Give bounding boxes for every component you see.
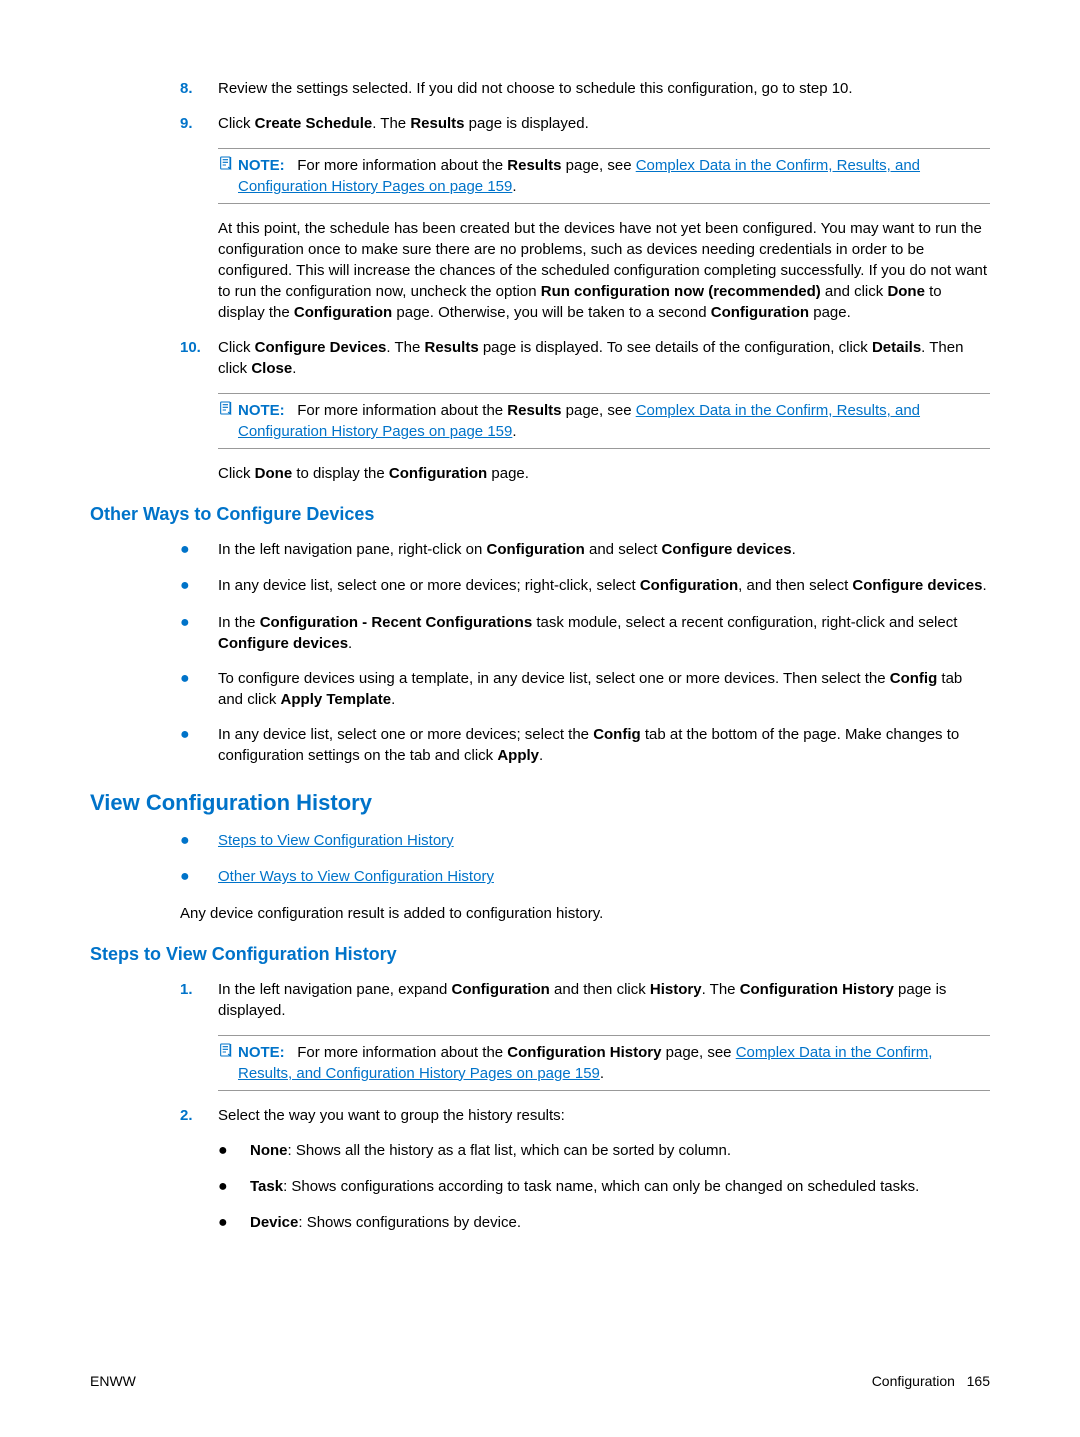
list-item: ● In the Configuration - Recent Configur…	[180, 612, 990, 654]
history-step-1: 1. In the left navigation pane, expand C…	[180, 979, 990, 1021]
note-box: NOTE: For more information about the Con…	[218, 1035, 990, 1091]
list-item: ● Other Ways to View Configuration Histo…	[180, 866, 990, 888]
page-footer: ENWW Configuration 165	[90, 1373, 990, 1389]
note-box: NOTE: For more information about the Res…	[218, 393, 990, 449]
step-number: 10.	[180, 337, 218, 379]
step-8: 8. Review the settings selected. If you …	[180, 78, 990, 99]
bullet-icon: ●	[180, 612, 218, 654]
note-box: NOTE: For more information about the Res…	[218, 148, 990, 204]
bullet-icon: ●	[180, 668, 218, 710]
link-other-ways-view[interactable]: Other Ways to View Configuration History	[218, 868, 494, 885]
step-10: 10. Click Configure Devices. The Results…	[180, 337, 990, 379]
step-number: 9.	[180, 113, 218, 134]
heading-view-history: View Configuration History	[90, 790, 990, 816]
note-icon	[218, 1042, 238, 1084]
list-item: ● To configure devices using a template,…	[180, 668, 990, 710]
step-text: Select the way you want to group the his…	[218, 1105, 990, 1126]
bullet-icon: ●	[218, 1140, 250, 1162]
bullet-icon: ●	[180, 830, 218, 852]
history-step-2: 2. Select the way you want to group the …	[180, 1105, 990, 1126]
list-item: ● In any device list, select one or more…	[180, 575, 990, 597]
step-9: 9. Click Create Schedule. The Results pa…	[180, 113, 990, 134]
list-item: ● In the left navigation pane, right-cli…	[180, 539, 990, 561]
step-text: Click Configure Devices. The Results pag…	[218, 337, 990, 379]
document-page: 8. Review the settings selected. If you …	[0, 0, 1080, 1437]
bullet-icon: ●	[218, 1176, 250, 1198]
heading-other-ways: Other Ways to Configure Devices	[90, 504, 990, 525]
bullet-icon: ●	[180, 724, 218, 766]
paragraph-schedule: At this point, the schedule has been cre…	[218, 218, 990, 323]
bullet-list-other: ● In the left navigation pane, right-cli…	[180, 539, 990, 766]
bullet-icon: ●	[180, 866, 218, 888]
step-text: In the left navigation pane, expand Conf…	[218, 979, 990, 1021]
footer-left: ENWW	[90, 1373, 136, 1389]
bullet-icon: ●	[180, 575, 218, 597]
list-item: ● In any device list, select one or more…	[180, 724, 990, 766]
note-icon	[218, 400, 238, 442]
step-number: 8.	[180, 78, 218, 99]
list-item: ● None: Shows all the history as a flat …	[218, 1140, 990, 1162]
footer-right: Configuration 165	[872, 1373, 990, 1389]
list-item: ● Device: Shows configurations by device…	[218, 1212, 990, 1234]
bullet-icon: ●	[218, 1212, 250, 1234]
paragraph-anydevice: Any device configuration result is added…	[180, 903, 990, 924]
bullet-icon: ●	[180, 539, 218, 561]
step-number: 1.	[180, 979, 218, 1021]
link-steps-view[interactable]: Steps to View Configuration History	[218, 832, 454, 849]
step-text: Review the settings selected. If you did…	[218, 78, 990, 99]
heading-steps-view: Steps to View Configuration History	[90, 944, 990, 965]
step-text: Click Create Schedule. The Results page …	[218, 113, 990, 134]
note-text: NOTE: For more information about the Con…	[238, 1042, 990, 1084]
bullet-list-links: ● Steps to View Configuration History ● …	[180, 830, 990, 889]
group-options-list: ● None: Shows all the history as a flat …	[218, 1140, 990, 1235]
note-text: NOTE: For more information about the Res…	[238, 155, 990, 197]
step-number: 2.	[180, 1105, 218, 1126]
note-text: NOTE: For more information about the Res…	[238, 400, 990, 442]
note-icon	[218, 155, 238, 197]
list-item: ● Task: Shows configurations according t…	[218, 1176, 990, 1198]
paragraph-done: Click Done to display the Configuration …	[218, 463, 990, 484]
list-item: ● Steps to View Configuration History	[180, 830, 990, 852]
